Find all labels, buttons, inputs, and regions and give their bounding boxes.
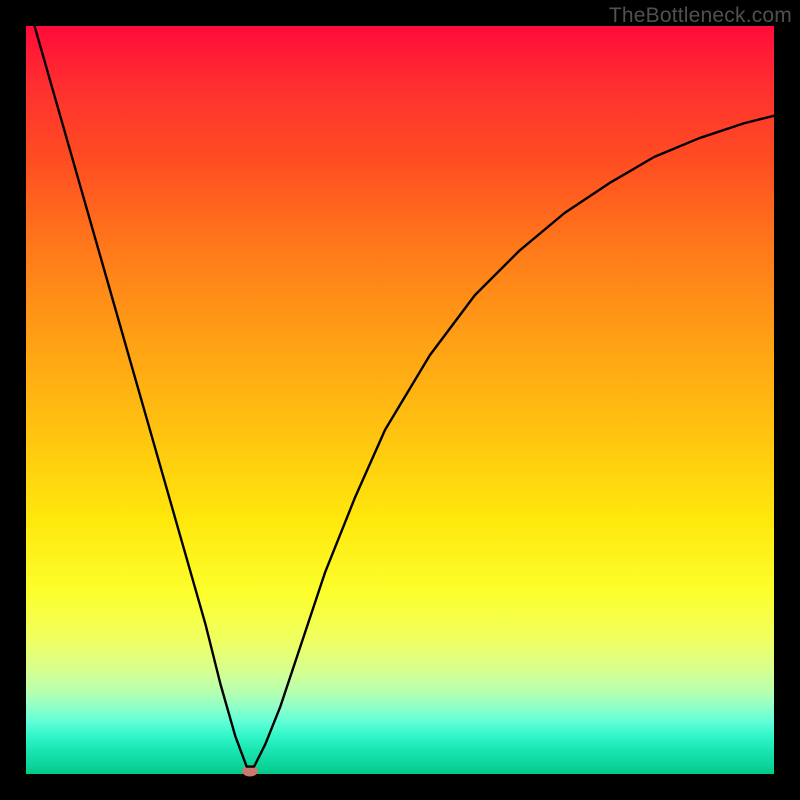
chart-container: TheBottleneck.com	[0, 0, 800, 800]
chart-plot-area	[26, 26, 774, 774]
bottleneck-curve	[26, 26, 774, 774]
watermark-text: TheBottleneck.com	[609, 4, 792, 28]
